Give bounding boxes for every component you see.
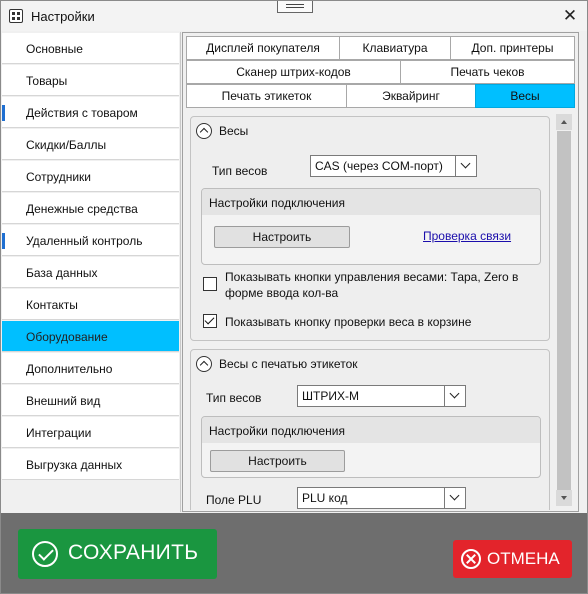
label-connection-settings-box: Настройки подключения Настроить [201,416,541,478]
close-icon[interactable]: ✕ [561,7,579,25]
scroll-thumb[interactable] [557,131,571,491]
weight-check-label: Показывать кнопку проверки веса в корзин… [225,315,472,329]
sidebar-item-contacts[interactable]: Контакты [2,289,179,320]
plu-field-label: Поле PLU [206,493,262,507]
sidebar-marker [2,233,5,249]
scale-type-value: CAS (через COM-порт) [315,159,443,173]
sidebar-item-label: Товары [26,74,68,88]
label-configure-button[interactable]: Настроить [210,450,345,472]
sidebar-item-cash[interactable]: Денежные средства [2,193,179,224]
label-scale-type-label: Тип весов [206,391,262,405]
label-scales-group: Весы с печатью этикеток Тип весов ШТРИХ-… [190,349,550,510]
label-connection-settings-title: Настройки подключения [209,424,345,438]
sidebar-item-label: Основные [26,42,83,56]
sidebar-item-label: Контакты [26,298,78,312]
connection-settings-title: Настройки подключения [209,196,345,210]
connection-settings-box: Настройки подключения Настроить Проверка… [201,188,541,265]
sidebar-item-additional[interactable]: Дополнительно [2,353,179,384]
tab-scales[interactable]: Весы [475,84,575,108]
sidebar-item-employees[interactable]: Сотрудники [2,161,179,192]
sidebar-item-products[interactable]: Товары [2,65,179,96]
sidebar-item-label: Удаленный контроль [26,234,143,248]
sidebar-item-label: Денежные средства [26,202,138,216]
sidebar-item-label: Внешний вид [26,394,101,408]
save-button-label: СОХРАНИТЬ [68,541,199,564]
sidebar-item-equipment[interactable]: Оборудование [2,321,179,352]
title-bar[interactable]: Настройки ✕ [1,1,587,31]
scroll-down-icon[interactable] [556,490,572,506]
sidebar-item-label: Скидки/Баллы [26,138,107,152]
tab-customer-display[interactable]: Дисплей покупателя [186,36,340,60]
close-circle-icon [461,549,481,569]
sidebar-item-label: Оборудование [26,330,108,344]
window-title: Настройки [31,9,95,24]
group-title: Весы с печатью этикеток [219,357,358,371]
tab-label-printing[interactable]: Печать этикеток [186,84,347,108]
tab-acquiring[interactable]: Эквайринг [346,84,476,108]
footer-bar: СОХРАНИТЬ ОТМЕНА [1,513,587,593]
label-scale-type-value: ШТРИХ-М [302,389,359,403]
configure-button[interactable]: Настроить [214,226,350,248]
scale-type-label: Тип весов [212,164,268,178]
drag-grip-icon[interactable] [277,1,313,13]
sidebar-item-remote-control[interactable]: Удаленный контроль [2,225,179,256]
collapse-icon[interactable] [196,356,212,372]
sidebar-marker [2,105,5,121]
content-scrollbar[interactable] [555,114,573,508]
sidebar-item-label: Интеграции [26,426,92,440]
tab-keyboard[interactable]: Клавиатура [339,36,451,60]
chevron-down-icon [455,156,476,176]
sidebar-item-integrations[interactable]: Интеграции [2,417,179,448]
sidebar-item-label: Дополнительно [26,362,113,376]
check-connection-link[interactable]: Проверка связи [423,229,511,243]
label-connection-settings-header: Настройки подключения [202,417,540,443]
group-title: Весы [219,124,249,138]
cancel-button[interactable]: ОТМЕНА [453,540,572,578]
sidebar-item-label: Действия с товаром [26,106,138,120]
save-button[interactable]: СОХРАНИТЬ [18,529,217,579]
collapse-icon[interactable] [196,123,212,139]
settings-window: Настройки ✕ Основные Товары Действия с т… [0,0,588,594]
sidebar-item-label: Сотрудники [26,170,91,184]
sidebar-item-general[interactable]: Основные [2,33,179,64]
sidebar-item-database[interactable]: База данных [2,257,179,288]
sidebar-item-label: Выгрузка данных [26,458,123,472]
connection-settings-header: Настройки подключения [202,189,540,215]
sidebar-item-discounts[interactable]: Скидки/Баллы [2,129,179,160]
scale-type-select[interactable]: CAS (через COM-порт) [310,155,477,177]
scale-controls-checkbox[interactable] [203,277,217,291]
plu-field-value: PLU код [302,491,348,505]
tab-receipt-printing[interactable]: Печать чеков [400,60,575,84]
sidebar-item-data-export[interactable]: Выгрузка данных [2,449,179,480]
cancel-button-label: ОТМЕНА [487,549,560,568]
app-icon [9,9,23,23]
tab-barcode-scanner[interactable]: Сканер штрих-кодов [186,60,401,84]
scale-controls-label: Показывать кнопки управления весами: Тар… [225,270,519,300]
label-scale-type-select[interactable]: ШТРИХ-М [297,385,466,407]
plu-field-select[interactable]: PLU код [297,487,466,509]
scales-group: Весы Тип весов CAS (через COM-порт) Наст… [190,116,550,341]
tab-extra-printers[interactable]: Доп. принтеры [450,36,575,60]
sidebar-item-product-actions[interactable]: Действия с товаром [2,97,179,128]
sidebar-item-label: База данных [26,266,98,280]
chevron-down-icon [444,488,465,508]
scroll-up-icon[interactable] [556,114,572,130]
check-circle-icon [32,541,58,567]
chevron-down-icon [444,386,465,406]
settings-sidebar: Основные Товары Действия с товаром Скидк… [2,32,181,512]
weight-check-checkbox[interactable] [203,314,217,328]
scales-content: Весы Тип весов CAS (через COM-порт) Наст… [184,108,578,510]
sidebar-item-appearance[interactable]: Внешний вид [2,385,179,416]
